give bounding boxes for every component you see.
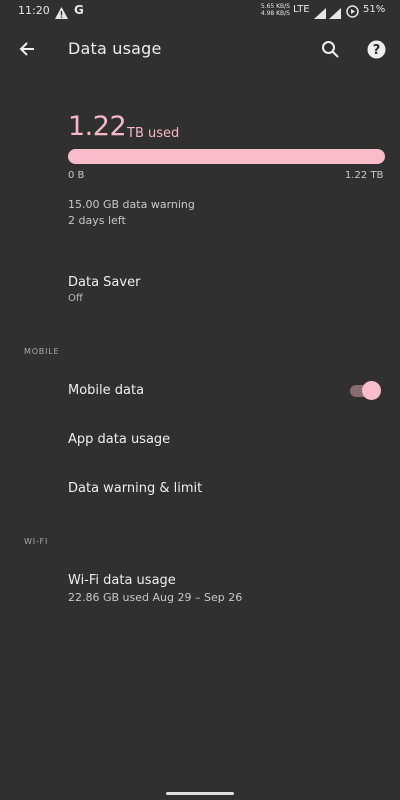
help-icon[interactable]: ? <box>367 40 386 63</box>
svg-text:?: ? <box>373 43 381 58</box>
app-data-usage-item[interactable]: App data usage <box>0 424 400 456</box>
wifi-section-header: WI-FI <box>24 537 49 546</box>
wifi-data-usage-title: Wi-Fi data usage <box>68 573 176 588</box>
battery-percent: 51% <box>363 4 386 15</box>
app-data-usage-title: App data usage <box>68 432 171 447</box>
back-arrow-icon[interactable] <box>18 40 36 62</box>
usage-unit: TB used <box>127 126 180 141</box>
data-saver-status: Off <box>68 293 83 304</box>
mobile-data-item[interactable]: Mobile data <box>0 374 400 408</box>
net-speed-up: 5.65 KB/S <box>260 3 290 10</box>
toggle-thumb <box>362 381 381 400</box>
status-time: 11:20 <box>18 4 50 17</box>
search-icon[interactable] <box>321 40 340 63</box>
wifi-data-usage-item[interactable]: Wi-Fi data usage 22.86 GB used Aug 29 – … <box>0 566 400 608</box>
data-warning-limit-item[interactable]: Data warning & limit <box>0 473 400 505</box>
wifi-icon <box>314 4 326 23</box>
signal-icon <box>329 4 341 23</box>
usage-amount: 1.22 <box>68 111 127 142</box>
home-indicator[interactable] <box>166 792 234 795</box>
google-icon: G <box>74 3 84 17</box>
mobile-data-toggle[interactable] <box>348 381 384 401</box>
mobile-data-title: Mobile data <box>68 383 145 398</box>
wifi-data-usage-detail: 22.86 GB used Aug 29 – Sep 26 <box>68 591 243 604</box>
usage-max-label: 1.22 TB <box>345 170 384 181</box>
data-saver-title: Data Saver <box>68 275 141 290</box>
days-left-text: 2 days left <box>68 214 126 227</box>
data-saver-item[interactable]: Data Saver Off <box>0 268 400 310</box>
data-warning-text: 15.00 GB data warning <box>68 198 195 211</box>
network-type: LTE <box>293 4 310 15</box>
usage-progress-fill <box>68 149 385 164</box>
mobile-section-header: MOBILE <box>24 347 60 356</box>
data-warning-limit-title: Data warning & limit <box>68 481 203 496</box>
page-title: Data usage <box>68 39 162 58</box>
warning-icon <box>55 4 68 23</box>
net-speed-down: 4.98 KB/S <box>260 10 290 17</box>
data-saver-status-icon <box>346 3 359 22</box>
usage-min-label: 0 B <box>68 170 85 181</box>
usage-progress-bar <box>68 149 385 164</box>
